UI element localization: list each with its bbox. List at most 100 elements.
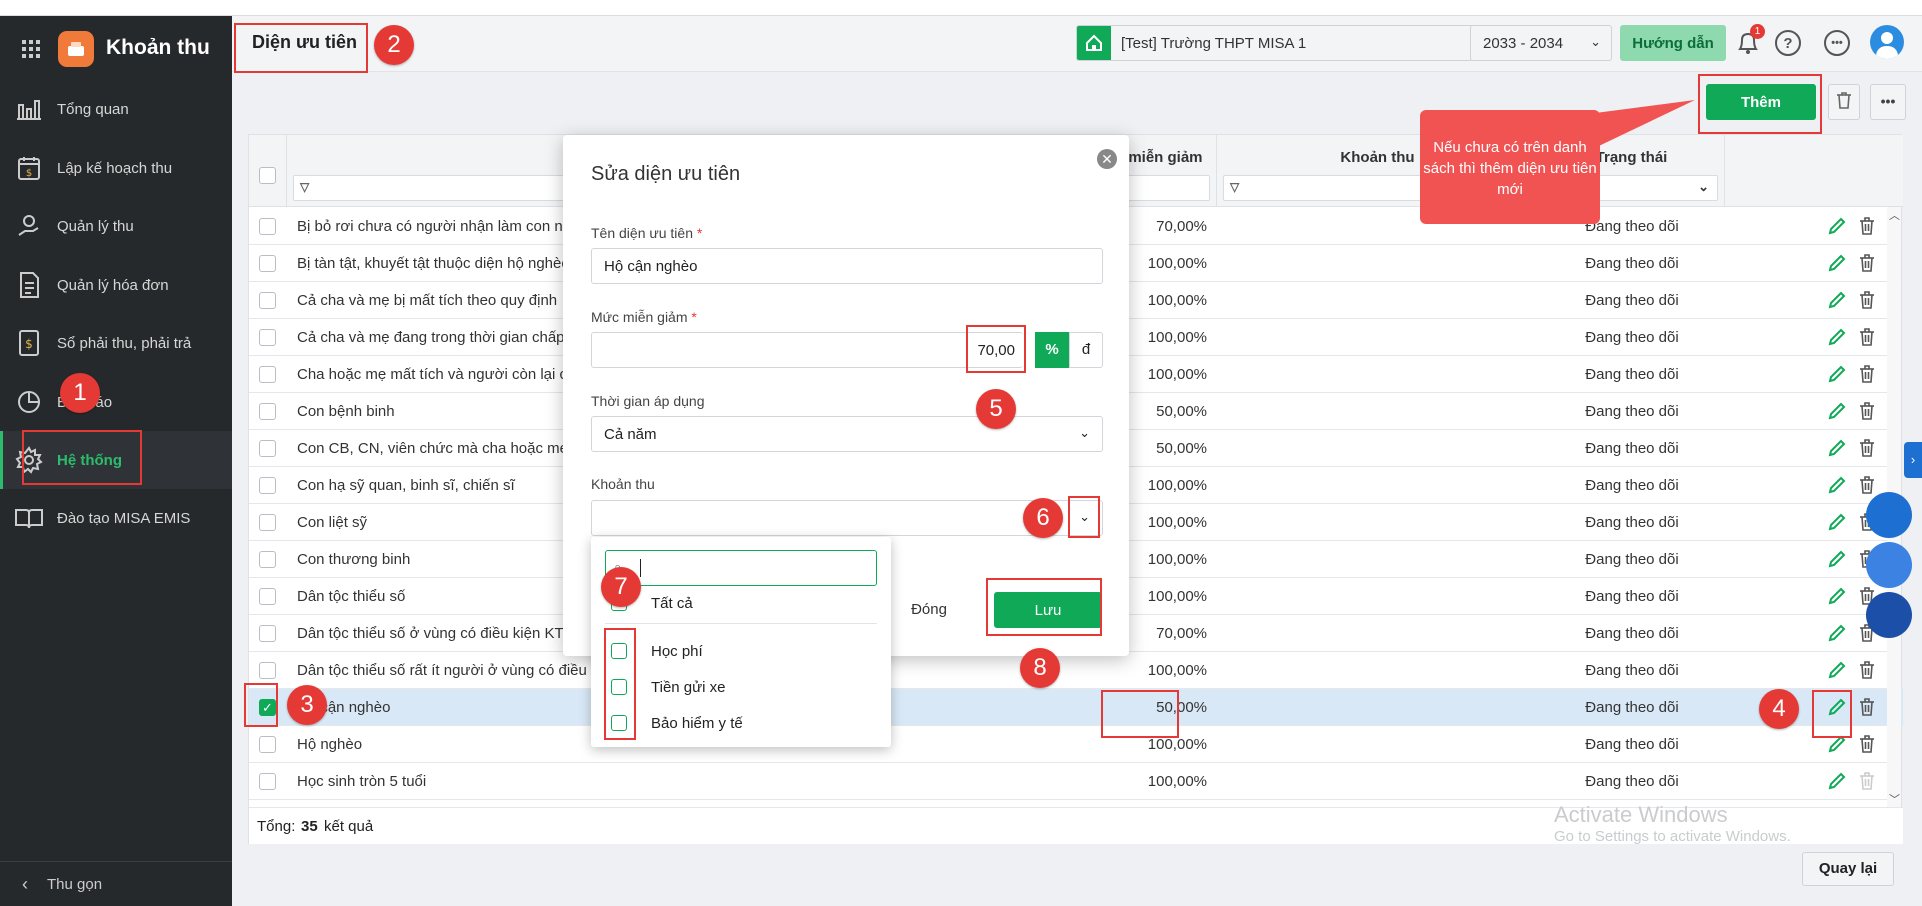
row-status: Đang theo dõi [1585, 477, 1679, 494]
table-row[interactable]: ✓ Hộ cận nghèo 50,00% Đang theo dõi [249, 689, 1903, 726]
rate-input[interactable]: 70,00 [591, 332, 1023, 368]
edit-pencil-icon[interactable] [1827, 364, 1847, 384]
row-status: Đang theo dõi [1585, 625, 1679, 642]
edit-pencil-icon[interactable] [1827, 549, 1847, 569]
row-rate: 100,00% [1147, 773, 1207, 790]
community-float-icon[interactable] [1866, 542, 1912, 588]
row-status: Đang theo dõi [1585, 588, 1679, 605]
sidebar-item-report[interactable]: Báo cáo [0, 373, 232, 431]
edit-pencil-icon[interactable] [1827, 771, 1847, 791]
edit-pencil-icon[interactable] [1827, 475, 1847, 495]
delete-row-icon[interactable] [1858, 327, 1878, 347]
announce-float-icon[interactable] [1866, 492, 1912, 538]
sidebar-item-training[interactable]: Đào tạo MISA EMIS [0, 489, 232, 547]
watermark-line2: Go to Settings to activate Windows. [1554, 828, 1791, 845]
table-row[interactable]: Học sinh tròn 5 tuổi 100,00% Đang theo dõi [249, 763, 1903, 800]
sidebar-item-label: Quản lý hóa đơn [57, 276, 169, 294]
row-status: Đang theo dõi [1585, 514, 1679, 531]
more-options-icon[interactable]: ••• [1824, 30, 1850, 56]
help-icon[interactable]: ? [1775, 30, 1801, 56]
row-checkbox[interactable] [259, 329, 276, 346]
edit-pencil-icon[interactable] [1827, 216, 1847, 236]
chevron-up-icon: ︿ [1889, 210, 1900, 222]
row-checkbox[interactable] [259, 440, 276, 457]
back-button[interactable]: Quay lại [1802, 852, 1894, 886]
school-year-select[interactable]: 2033 - 2034 ⌄ [1470, 25, 1612, 61]
delete-row-icon[interactable] [1858, 734, 1878, 754]
row-checkbox[interactable] [259, 514, 276, 531]
percent-unit-button[interactable]: % [1035, 332, 1069, 368]
row-checkbox[interactable] [259, 477, 276, 494]
close-icon[interactable]: ✕ [1097, 149, 1117, 169]
period-value: Cả năm [604, 425, 657, 443]
row-checkbox[interactable] [259, 551, 276, 568]
name-label-text: Tên diện ưu tiên [591, 225, 693, 241]
delete-row-icon[interactable] [1858, 253, 1878, 273]
sidebar-item-overview[interactable]: Tổng quan [0, 80, 232, 138]
currency-unit-button[interactable]: đ [1069, 332, 1103, 368]
step-8: 8 [1020, 648, 1060, 688]
fee-label: Khoản thu [591, 476, 655, 492]
edit-pencil-icon[interactable] [1827, 401, 1847, 421]
fee-search-input[interactable]: ⌕ [605, 550, 877, 586]
row-checkbox[interactable] [259, 773, 276, 790]
row-checkbox[interactable] [259, 218, 276, 235]
delete-row-icon[interactable] [1858, 697, 1878, 717]
apps-grid-icon[interactable] [22, 40, 40, 58]
sidebar-item-invoice[interactable]: Quản lý hóa đơn [0, 256, 232, 314]
more-actions-button[interactable]: ••• [1870, 84, 1906, 120]
option-label: Tiền gửi xe [651, 678, 726, 696]
delete-row-icon[interactable] [1858, 438, 1878, 458]
row-checkbox[interactable] [259, 662, 276, 679]
calendar-money-icon: $ [14, 153, 44, 183]
delete-row-icon[interactable] [1858, 660, 1878, 680]
edit-pencil-icon[interactable] [1827, 586, 1847, 606]
edit-pencil-icon[interactable] [1827, 290, 1847, 310]
side-expand-tab[interactable]: › [1904, 442, 1922, 478]
edit-pencil-icon[interactable] [1827, 327, 1847, 347]
sidebar-item-plan[interactable]: $ Lập kế hoạch thu [0, 139, 232, 197]
chevron-down-icon: ﹀ [1889, 794, 1900, 806]
row-fee [1227, 282, 1527, 319]
collapse-sidebar-button[interactable]: ‹ Thu gọn [0, 861, 232, 906]
row-fee [1227, 689, 1527, 726]
select-all-checkbox[interactable] [259, 167, 276, 184]
table-row[interactable]: Hộ nghèo 100,00% Đang theo dõi [249, 726, 1903, 763]
row-checkbox[interactable] [259, 625, 276, 642]
period-select[interactable]: Cả năm ⌄ [591, 416, 1103, 452]
delete-row-icon[interactable] [1858, 216, 1878, 236]
row-checkbox[interactable] [259, 292, 276, 309]
guide-button[interactable]: Hướng dẫn [1620, 25, 1726, 61]
row-checkbox[interactable] [259, 403, 276, 420]
table-row[interactable]: Dân tộc thiểu số rất ít người ở vùng có … [249, 652, 1903, 689]
edit-pencil-icon[interactable] [1827, 253, 1847, 273]
sidebar-item-ledger[interactable]: $ Sổ phải thu, phải trả [0, 314, 232, 372]
edit-pencil-icon[interactable] [1827, 512, 1847, 532]
delete-row-icon[interactable] [1858, 401, 1878, 421]
name-input[interactable]: Hộ cận nghèo [591, 248, 1103, 284]
delete-row-icon[interactable] [1858, 771, 1878, 791]
school-selector[interactable]: [Test] Trường THPT MISA 1 [1076, 25, 1474, 61]
step-7: 7 [601, 567, 641, 607]
row-checkbox[interactable] [259, 255, 276, 272]
delete-row-icon[interactable] [1858, 364, 1878, 384]
row-checkbox[interactable] [259, 588, 276, 605]
assistant-float-icon[interactable] [1866, 592, 1912, 638]
edit-pencil-icon[interactable] [1827, 438, 1847, 458]
delete-toolbar-button[interactable] [1828, 84, 1860, 120]
delete-row-icon[interactable] [1858, 475, 1878, 495]
option-label: Tất cả [651, 594, 693, 612]
user-avatar[interactable] [1870, 25, 1904, 59]
row-checkbox[interactable] [259, 736, 276, 753]
active-indicator [0, 431, 3, 489]
close-button[interactable]: Đóng [879, 592, 979, 628]
school-name: [Test] Trường THPT MISA 1 [1121, 34, 1307, 52]
bell-icon[interactable]: 1 [1736, 24, 1765, 56]
row-checkbox[interactable] [259, 366, 276, 383]
step-1: 1 [60, 373, 100, 413]
delete-row-icon[interactable] [1858, 290, 1878, 310]
edit-pencil-icon[interactable] [1827, 660, 1847, 680]
row-status: Đang theo dõi [1585, 329, 1679, 346]
sidebar-item-collect[interactable]: Quản lý thu [0, 197, 232, 255]
edit-pencil-icon[interactable] [1827, 623, 1847, 643]
